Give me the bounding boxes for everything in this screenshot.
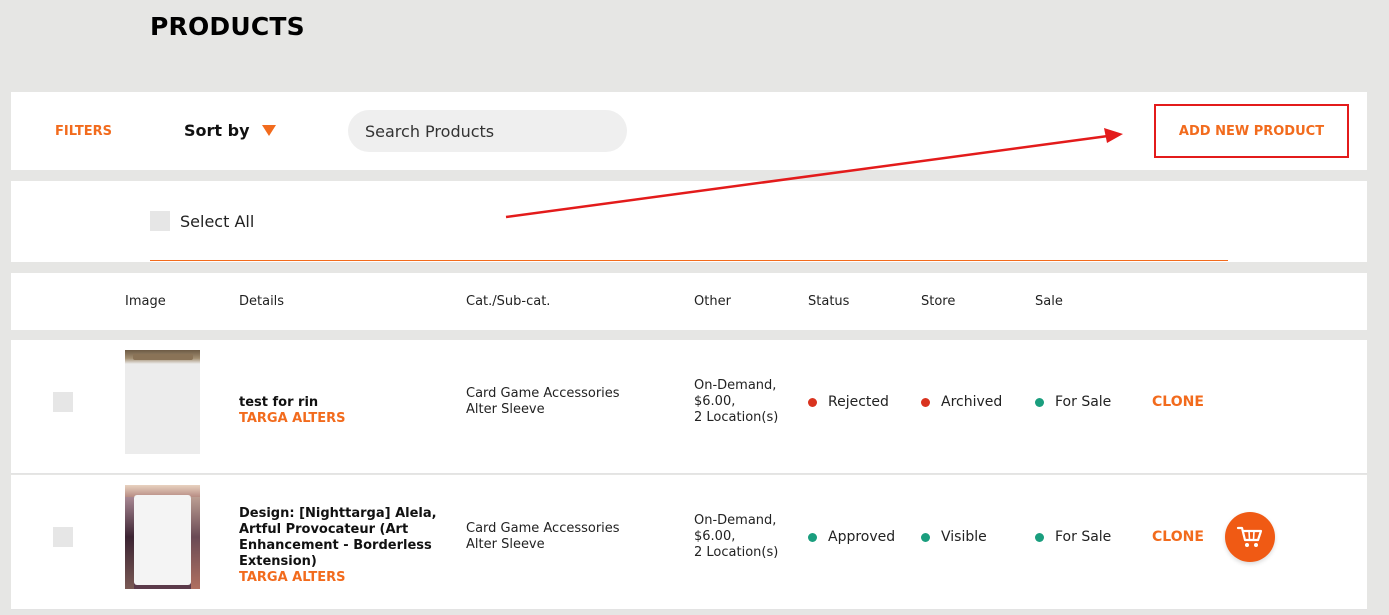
column-header-sale: Sale (1035, 294, 1063, 309)
sale-dot-icon (1035, 397, 1044, 407)
add-new-product-button[interactable]: ADD NEW PRODUCT (1154, 104, 1349, 158)
column-header-details: Details (239, 294, 285, 309)
store-label: Archived (941, 394, 1003, 410)
sale-cell: For Sale (1035, 529, 1111, 545)
shopping-cart-icon (1236, 526, 1263, 547)
product-store-name[interactable]: TARGA ALTERS (239, 411, 439, 427)
product-image-card (134, 495, 191, 585)
select-all-checkbox[interactable] (150, 211, 170, 231)
filters-button[interactable]: FILTERS (55, 124, 112, 139)
sale-cell: For Sale (1035, 394, 1111, 410)
product-store-name[interactable]: TARGA ALTERS (239, 570, 439, 586)
product-category: Card Game Accessories Alter Sleeve (466, 521, 620, 553)
subcategory-label: Alter Sleeve (466, 537, 545, 552)
store-label: Visible (941, 529, 987, 545)
triangle-down-icon (261, 125, 276, 136)
select-panel: Select All (11, 181, 1367, 262)
category-label: Card Game Accessories (466, 521, 620, 536)
table-header: Image Details Cat./Sub-cat. Other Status… (11, 273, 1367, 330)
clone-button[interactable]: CLONE (1152, 394, 1204, 410)
sale-dot-icon (1035, 532, 1044, 542)
subcategory-label: Alter Sleeve (466, 402, 545, 417)
product-image-art-left (125, 485, 134, 589)
store-dot-icon (921, 397, 930, 407)
divider (150, 260, 1228, 261)
product-category: Card Game Accessories Alter Sleeve (466, 386, 620, 418)
location-count: 2 Location(s) (694, 410, 779, 425)
product-name[interactable]: Design: [Nighttarga] Alela, Artful Provo… (239, 506, 439, 570)
product-image-sleeve (133, 354, 193, 360)
column-header-store: Store (921, 294, 956, 309)
sale-label: For Sale (1055, 394, 1112, 410)
column-header-image: Image (125, 294, 166, 309)
column-header-status: Status (808, 294, 850, 309)
column-header-other: Other (694, 294, 731, 309)
fulfillment-type: On-Demand, (694, 513, 777, 528)
store-cell: Visible (921, 529, 987, 545)
fulfillment-type: On-Demand, (694, 378, 777, 393)
product-other-info: On-Demand, $6.00, 2 Location(s) (694, 513, 778, 561)
category-label: Card Game Accessories (466, 386, 620, 401)
search-input[interactable] (348, 110, 627, 152)
price: $6.00, (694, 529, 736, 544)
clone-button[interactable]: CLONE (1152, 529, 1204, 545)
product-details: Design: [Nighttarga] Alela, Artful Provo… (239, 506, 439, 586)
status-label: Rejected (828, 394, 889, 410)
cart-button[interactable] (1225, 512, 1275, 562)
sale-label: For Sale (1055, 529, 1112, 545)
product-image[interactable] (125, 350, 200, 454)
status-dot-icon (808, 397, 817, 407)
select-all-control[interactable]: Select All (150, 211, 254, 231)
status-dot-icon (808, 532, 817, 542)
store-cell: Archived (921, 394, 1002, 410)
product-image-art-right (191, 485, 200, 589)
sort-by-dropdown[interactable]: Sort by (184, 121, 276, 140)
table-row: Design: [Nighttarga] Alela, Artful Provo… (11, 475, 1367, 610)
status-cell: Rejected (808, 394, 889, 410)
toolbar: FILTERS Sort by ADD NEW PRODUCT (11, 92, 1367, 170)
location-count: 2 Location(s) (694, 545, 779, 560)
row-checkbox[interactable] (53, 392, 73, 412)
sort-by-label: Sort by (184, 121, 250, 140)
column-header-category: Cat./Sub-cat. (466, 294, 551, 309)
product-image[interactable] (125, 485, 200, 589)
store-dot-icon (921, 532, 930, 542)
page-title: PRODUCTS (150, 12, 305, 41)
product-other-info: On-Demand, $6.00, 2 Location(s) (694, 378, 778, 426)
status-label: Approved (828, 529, 896, 545)
status-cell: Approved (808, 529, 895, 545)
price: $6.00, (694, 394, 736, 409)
row-checkbox[interactable] (53, 527, 73, 547)
product-details: test for rin TARGA ALTERS (239, 395, 439, 427)
select-all-label: Select All (180, 211, 255, 231)
product-name[interactable]: test for rin (239, 395, 439, 411)
table-row: test for rin TARGA ALTERS Card Game Acce… (11, 340, 1367, 474)
